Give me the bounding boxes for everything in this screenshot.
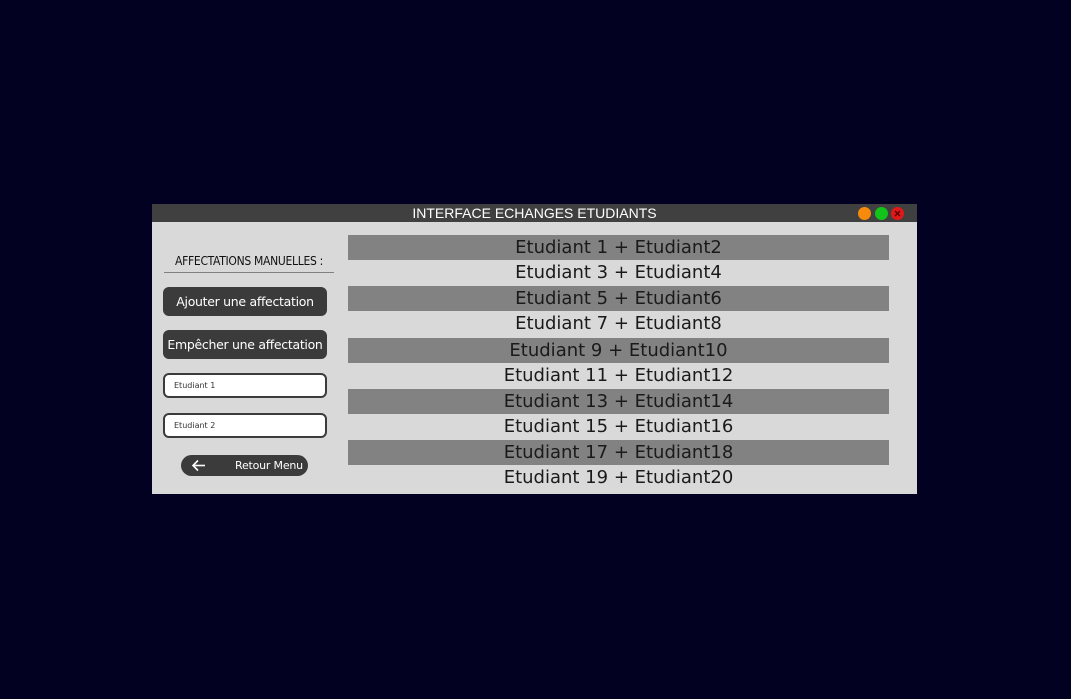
- maximize-icon[interactable]: [875, 207, 888, 220]
- exchange-window: INTERFACE ECHANGES ETUDIANTS AFFECTATION…: [152, 204, 917, 494]
- back-to-menu-button[interactable]: Retour Menu: [181, 455, 308, 476]
- student-1-field[interactable]: Etudiant 1: [163, 373, 327, 398]
- pair-row[interactable]: Etudiant 19 + Etudiant20: [348, 465, 889, 490]
- title-bar[interactable]: INTERFACE ECHANGES ETUDIANTS: [152, 204, 917, 222]
- pair-row[interactable]: Etudiant 15 + Etudiant16: [348, 414, 889, 439]
- window-title: INTERFACE ECHANGES ETUDIANTS: [412, 205, 657, 221]
- pair-row[interactable]: Etudiant 7 + Etudiant8: [348, 311, 889, 336]
- pair-row[interactable]: Etudiant 5 + Etudiant6: [348, 286, 889, 311]
- add-assignment-button[interactable]: Ajouter une affectation: [163, 287, 327, 316]
- back-to-menu-label: Retour Menu: [235, 459, 303, 472]
- pair-row[interactable]: Etudiant 13 + Etudiant14: [348, 389, 889, 414]
- pair-row[interactable]: Etudiant 9 + Etudiant10: [348, 338, 889, 363]
- close-icon[interactable]: [891, 207, 904, 220]
- pair-row[interactable]: Etudiant 11 + Etudiant12: [348, 363, 889, 388]
- pair-row[interactable]: Etudiant 3 + Etudiant4: [348, 260, 889, 285]
- pair-row[interactable]: Etudiant 1 + Etudiant2: [348, 235, 889, 260]
- pair-row[interactable]: Etudiant 17 + Etudiant18: [348, 440, 889, 465]
- manual-assignments-heading: AFFECTATIONS MANUELLES :: [164, 252, 334, 273]
- minimize-icon[interactable]: [858, 207, 871, 220]
- block-assignment-button[interactable]: Empêcher une affectation: [163, 330, 327, 359]
- student-2-field[interactable]: Etudiant 2: [163, 413, 327, 438]
- arrow-left-icon: [191, 459, 205, 472]
